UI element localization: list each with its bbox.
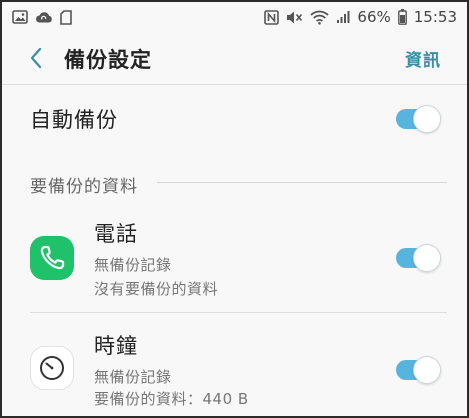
auto-backup-toggle[interactable] [396, 105, 441, 133]
item-title: 時鐘 [94, 334, 138, 358]
item-divider [30, 312, 447, 313]
mute-icon [286, 10, 303, 25]
toggle-knob [413, 356, 441, 384]
phone-backup-toggle[interactable] [396, 244, 441, 272]
signal-icon [336, 10, 350, 24]
item-size: 要備份的資料：440 B [94, 390, 249, 408]
auto-backup-row[interactable]: 自動備份 [2, 88, 467, 150]
phone-icon [30, 236, 74, 280]
item-size: 沒有要備份的資料 [94, 280, 219, 298]
section-divider [157, 182, 447, 183]
clock-time: 15:53 [413, 8, 457, 26]
toggle-knob [413, 105, 441, 133]
list-item-phone[interactable]: 電話 無備份記錄 沒有要備份的資料 [2, 208, 467, 314]
item-title: 電話 [94, 222, 138, 246]
battery-percent: 66% [357, 8, 391, 26]
section-header: 要備份的資料 [30, 177, 138, 197]
toggle-knob [413, 244, 441, 272]
chevron-left-icon [30, 47, 42, 69]
cloud-sync-icon [35, 10, 53, 24]
wifi-icon [310, 10, 330, 25]
screen: 66% 15:53 備份設定 資訊 自動備份 要備份的資料 電話 無備份記錄 沒… [2, 2, 467, 416]
list-item-clock[interactable]: 時鐘 無備份記錄 要備份的資料：440 B [2, 318, 467, 416]
nfc-icon [264, 9, 280, 25]
status-bar: 66% 15:53 [2, 2, 467, 32]
clock-backup-toggle[interactable] [396, 356, 441, 384]
auto-backup-label: 自動備份 [30, 108, 118, 132]
app-bar: 備份設定 資訊 [2, 32, 467, 84]
item-status: 無備份記錄 [94, 256, 172, 274]
back-button[interactable] [22, 44, 50, 72]
app-bar-divider [2, 84, 467, 85]
item-status: 無備份記錄 [94, 368, 172, 386]
sd-card-icon [60, 9, 72, 25]
page-title: 備份設定 [64, 48, 152, 72]
clock-icon [30, 346, 74, 390]
image-icon [12, 10, 28, 24]
battery-icon [397, 9, 407, 25]
info-button[interactable]: 資訊 [405, 46, 441, 71]
